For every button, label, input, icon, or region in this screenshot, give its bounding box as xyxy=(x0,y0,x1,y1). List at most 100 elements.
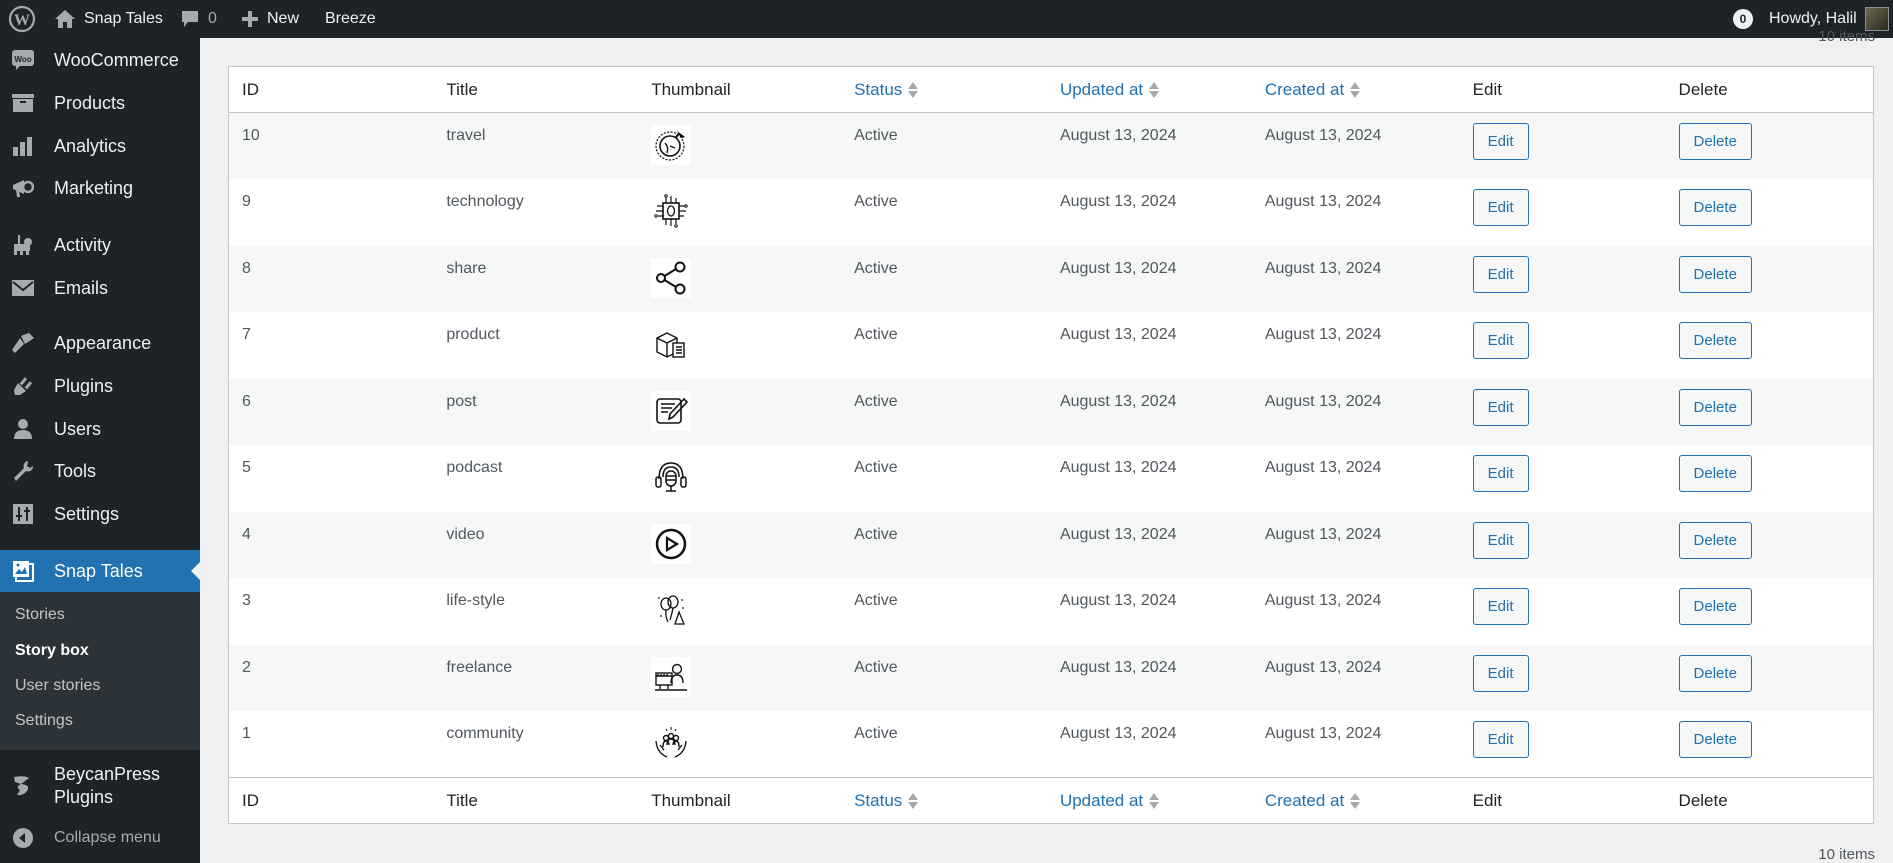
delete-button[interactable]: Delete xyxy=(1678,721,1752,758)
edit-button[interactable]: Edit xyxy=(1472,388,1529,426)
collapse-menu-button[interactable]: Collapse menu xyxy=(0,818,200,858)
sidebar-item-activity[interactable]: Activity xyxy=(0,225,200,265)
cell-title: community xyxy=(446,725,524,742)
wrench-icon xyxy=(10,458,36,484)
edit-button[interactable]: Edit xyxy=(1472,255,1529,293)
column-header-id: ID xyxy=(242,79,259,99)
balloons-icon xyxy=(651,590,692,630)
cell-thumbnail xyxy=(638,379,841,446)
sidebar-item-label: Products xyxy=(54,92,126,113)
cell-id: 2 xyxy=(242,658,251,676)
comment-icon xyxy=(180,9,200,29)
column-header-updated-at[interactable]: Updated at xyxy=(1047,67,1252,113)
cell-status: Active xyxy=(854,127,898,144)
edit-button[interactable]: Edit xyxy=(1472,322,1529,359)
table-row: 4 video Active August 13, 2024 August 13, 20… xyxy=(228,511,1874,579)
delete-button[interactable]: Delete xyxy=(1678,255,1752,293)
sidebar-item-analytics[interactable]: Analytics xyxy=(0,126,200,166)
new-content-button[interactable]: New xyxy=(241,0,299,38)
column-footer-id: ID xyxy=(242,790,259,810)
cell-delete: Delete xyxy=(1666,179,1874,246)
sort-icon xyxy=(908,82,919,99)
sidebar-item-woocommerce[interactable]: Woo WooCommerce xyxy=(0,40,200,80)
cell-created-at: August 13, 2024 xyxy=(1264,658,1382,676)
sidebar-item-marketing[interactable]: Marketing xyxy=(0,168,200,208)
chip-icon xyxy=(651,191,692,231)
submenu-item-story-box[interactable]: Story box xyxy=(15,642,89,660)
cell-edit: Edit xyxy=(1460,312,1666,379)
sidebar-item-label: Snap Tales xyxy=(54,560,143,581)
paintbrush-icon xyxy=(10,330,36,356)
podcast-mic-icon xyxy=(651,457,692,497)
edit-button[interactable]: Edit xyxy=(1472,123,1529,160)
sidebar-item-beycanpress-plugins[interactable]: BeycanPress Plugins xyxy=(0,758,200,814)
cell-id: 8 xyxy=(242,259,251,277)
delete-button[interactable]: Delete xyxy=(1678,521,1752,559)
submenu-item-stories[interactable]: Stories xyxy=(15,606,65,624)
cell-updated-at: August 13, 2024 xyxy=(1059,259,1177,277)
cell-title: podcast xyxy=(446,459,503,476)
comments-link[interactable]: 0 xyxy=(180,0,217,38)
delete-button[interactable]: Delete xyxy=(1678,588,1752,625)
cell-updated-at: August 13, 2024 xyxy=(1059,193,1177,210)
cell-title: post xyxy=(446,392,477,410)
edit-button[interactable]: Edit xyxy=(1472,721,1529,758)
cell-created-at: August 13, 2024 xyxy=(1264,592,1382,609)
delete-button[interactable]: Delete xyxy=(1678,123,1752,160)
cell-delete: Delete xyxy=(1666,645,1874,712)
column-header-created-at[interactable]: Created at xyxy=(1252,67,1460,113)
delete-button[interactable]: Delete xyxy=(1678,455,1752,492)
column-header-label: Created at xyxy=(1264,79,1345,99)
sidebar-item-tools[interactable]: Tools xyxy=(0,451,200,491)
wp-logo-button[interactable]: W xyxy=(8,0,36,38)
site-name-link[interactable]: Snap Tales xyxy=(54,0,163,38)
cell-id: 10 xyxy=(242,127,260,144)
sidebar-item-products[interactable]: Products xyxy=(0,83,200,123)
wordpress-logo-icon: W xyxy=(8,5,36,33)
cell-status: Active xyxy=(854,525,898,543)
post-edit-icon xyxy=(651,390,692,431)
sidebar-item-emails[interactable]: Emails xyxy=(0,268,200,308)
cell-title: video xyxy=(446,525,485,543)
sidebar-item-users[interactable]: Users xyxy=(0,409,200,449)
woo-icon: Woo xyxy=(10,47,36,73)
column-footer-created-at[interactable]: Created at xyxy=(1252,778,1460,824)
edit-button[interactable]: Edit xyxy=(1472,455,1529,492)
delete-button[interactable]: Delete xyxy=(1678,189,1752,226)
cell-updated-at: August 13, 2024 xyxy=(1059,459,1177,476)
delete-button[interactable]: Delete xyxy=(1678,322,1752,359)
travel-globe-icon xyxy=(651,125,692,165)
column-header-status[interactable]: Status xyxy=(841,67,1047,113)
submenu-item-settings[interactable]: Settings xyxy=(15,712,73,730)
edit-button[interactable]: Edit xyxy=(1472,521,1529,559)
envelope-icon xyxy=(10,275,36,301)
delete-button[interactable]: Delete xyxy=(1678,654,1752,692)
user-greeting: Howdy, Halil xyxy=(1769,10,1857,27)
cell-status: Active xyxy=(854,725,898,742)
sidebar-item-snap-tales[interactable]: Snap Tales xyxy=(0,550,200,592)
cell-thumbnail xyxy=(638,312,841,379)
edit-button[interactable]: Edit xyxy=(1472,654,1529,692)
sidebar-item-plugins[interactable]: Plugins xyxy=(0,366,200,406)
sidebar-item-settings[interactable]: Settings xyxy=(0,494,200,534)
community-hands-icon xyxy=(651,723,692,763)
share-icon xyxy=(651,257,692,298)
submenu-item-user-stories[interactable]: User stories xyxy=(15,677,100,695)
column-footer-status[interactable]: Status xyxy=(841,778,1047,824)
comments-count: 0 xyxy=(208,10,217,27)
column-footer-thumbnail: Thumbnail xyxy=(651,790,731,810)
sidebar-item-appearance[interactable]: Appearance xyxy=(0,323,200,363)
product-box-icon xyxy=(651,324,692,364)
cell-status: Active xyxy=(854,259,898,277)
table-row: 1 community Active August 13, 2024 August 13… xyxy=(229,711,1874,778)
breeze-menu[interactable]: Breeze xyxy=(325,0,376,38)
edit-button[interactable]: Edit xyxy=(1472,588,1529,625)
notifications-badge[interactable]: 0 xyxy=(1733,0,1753,38)
column-header-delete: Delete xyxy=(1678,79,1728,99)
edit-button[interactable]: Edit xyxy=(1472,189,1529,226)
delete-button[interactable]: Delete xyxy=(1678,388,1752,426)
cell-created-at: August 13, 2024 xyxy=(1264,392,1382,410)
cell-thumbnail xyxy=(638,179,841,246)
column-footer-updated-at[interactable]: Updated at xyxy=(1047,778,1252,824)
cell-delete: Delete xyxy=(1666,512,1874,579)
